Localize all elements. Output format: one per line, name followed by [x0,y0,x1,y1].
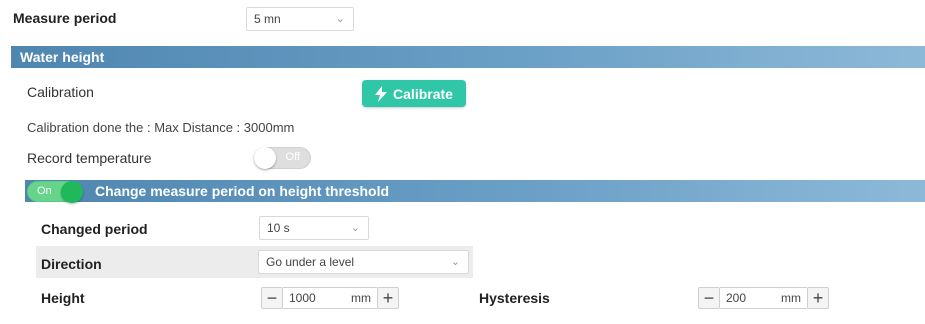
calibrate-button-label: Calibrate [393,85,453,102]
hysteresis-field[interactable]: 200 mm [720,287,807,309]
hysteresis-unit: mm [781,291,801,305]
measure-period-value: 5 mn [254,12,281,26]
threshold-header: Change measure period on height threshol… [25,180,925,202]
calibration-info: Calibration done the : Max Distance : 30… [27,120,295,135]
direction-label: Direction [41,256,102,272]
measure-period-label: Measure period [13,10,117,26]
changed-period-select[interactable]: 10 s ⌄ [259,216,369,240]
water-height-title: Water height [20,49,105,65]
calibration-label: Calibration [27,84,94,100]
measure-period-select[interactable]: 5 mn ⌄ [246,7,354,31]
threshold-toggle-state: On [37,185,52,197]
record-temperature-label: Record temperature [27,150,152,166]
height-unit: mm [351,291,371,305]
lightning-icon [375,85,388,102]
plus-icon[interactable]: + [807,287,829,309]
chevron-down-icon: ⌄ [335,13,345,25]
toggle-state-label: Off [285,151,300,163]
water-height-header: Water height [11,46,925,68]
hysteresis-stepper: − 200 mm + [698,286,829,310]
changed-period-value: 10 s [267,221,290,235]
height-label: Height [41,290,85,306]
height-value: 1000 [289,291,316,305]
hysteresis-label: Hysteresis [479,290,550,306]
toggle-knob [61,181,83,203]
direction-value: Go under a level [266,255,355,269]
threshold-title: Change measure period on height threshol… [95,183,390,199]
calibrate-button[interactable]: Calibrate [362,80,466,107]
hysteresis-value: 200 [726,291,747,305]
height-field[interactable]: 1000 mm [283,287,377,309]
toggle-knob [254,147,276,169]
minus-icon[interactable]: − [698,287,720,309]
record-temperature-toggle[interactable]: Off [254,147,311,169]
direction-select[interactable]: Go under a level ⌄ [258,250,469,274]
changed-period-label: Changed period [41,221,148,237]
height-stepper: − 1000 mm + [261,286,399,310]
chevron-down-icon: ⌄ [450,256,460,268]
threshold-toggle[interactable]: On [27,181,83,203]
minus-icon[interactable]: − [261,287,283,309]
plus-icon[interactable]: + [377,287,399,309]
chevron-down-icon: ⌄ [350,222,360,234]
